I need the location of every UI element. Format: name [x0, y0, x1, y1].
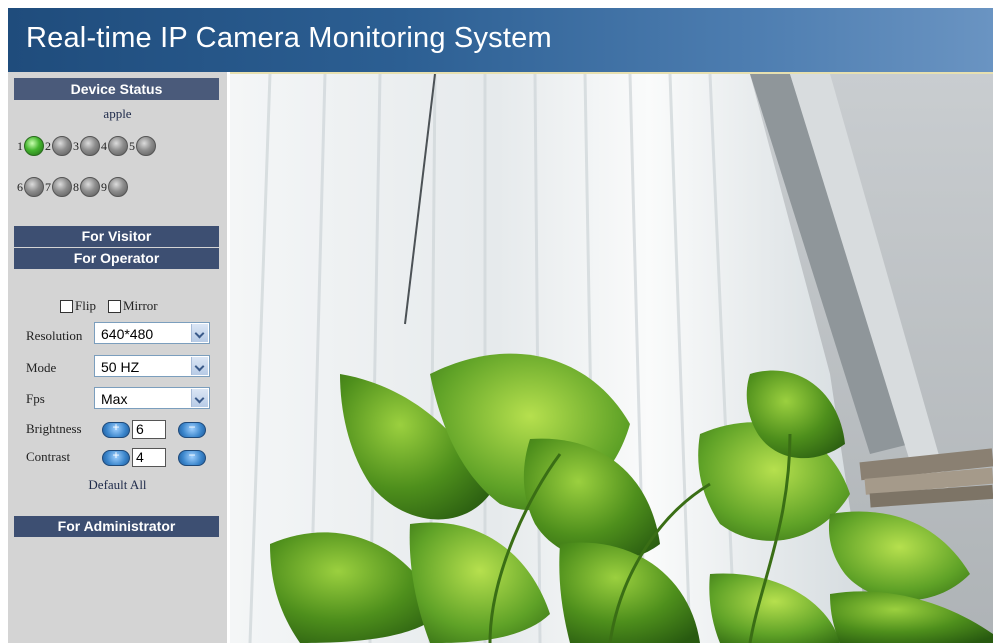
contrast-increase-button[interactable]: +	[102, 448, 130, 466]
default-all-button[interactable]: Default All	[8, 477, 227, 493]
status-light-icon	[108, 136, 128, 156]
resolution-label: Resolution	[26, 328, 83, 343]
for-administrator-header[interactable]: For Administrator	[14, 516, 219, 537]
camera-7[interactable]: 7	[45, 177, 72, 197]
camera-8[interactable]: 8	[73, 177, 100, 197]
camera-video-feed[interactable]	[230, 74, 993, 643]
camera-4[interactable]: 4	[101, 136, 128, 156]
camera-9[interactable]: 9	[101, 177, 128, 197]
status-light-icon	[24, 177, 44, 197]
camera-1[interactable]: 1	[17, 136, 44, 156]
brightness-label: Brightness	[26, 421, 82, 436]
contrast-decrease-button[interactable]: −	[178, 448, 206, 466]
status-light-icon	[108, 177, 128, 197]
resolution-select[interactable]: 640*480	[94, 322, 210, 344]
camera-2[interactable]: 2	[45, 136, 72, 156]
brightness-value: 6	[132, 420, 166, 439]
chevron-down-icon[interactable]	[191, 357, 208, 375]
status-light-icon	[80, 177, 100, 197]
mode-label: Mode	[26, 360, 57, 375]
status-light-icon	[24, 136, 44, 156]
mirror-checkbox[interactable]	[107, 299, 121, 313]
status-light-icon	[136, 136, 156, 156]
chevron-down-icon[interactable]	[191, 324, 208, 342]
mirror-label: Mirror	[122, 298, 158, 313]
contrast-label: Contrast	[26, 449, 71, 464]
plus-icon: +	[112, 420, 120, 434]
flip-label: Flip	[75, 298, 96, 313]
minus-icon: −	[188, 448, 196, 462]
sidebar: Device Status apple 1 2 3 4 5 6 7 8 9 Fo…	[8, 72, 227, 643]
camera-6[interactable]: 6	[17, 177, 44, 197]
plus-icon: +	[112, 448, 120, 462]
chevron-down-icon[interactable]	[191, 389, 208, 407]
fps-label: Fps	[26, 391, 45, 406]
for-visitor-header[interactable]: For Visitor	[14, 226, 219, 247]
for-operator-header[interactable]: For Operator	[14, 248, 219, 269]
camera-row-2: 6 7 8 9	[17, 177, 129, 197]
camera-row-1: 1 2 3 4 5	[17, 136, 157, 156]
status-light-icon	[52, 136, 72, 156]
flip-checkbox[interactable]	[60, 299, 73, 313]
contrast-value: 4	[132, 448, 166, 467]
device-status-header[interactable]: Device Status	[14, 78, 219, 100]
video-frame	[230, 74, 993, 643]
page-header: Real-time IP Camera Monitoring System	[8, 8, 993, 72]
flip-mirror-options: Flip Mirror	[60, 298, 158, 314]
brightness-decrease-button[interactable]: −	[178, 420, 206, 438]
minus-icon: −	[188, 420, 196, 434]
fps-select[interactable]: Max	[94, 387, 210, 409]
camera-5[interactable]: 5	[129, 136, 156, 156]
device-name: apple	[103, 106, 132, 121]
mode-select[interactable]: 50 HZ	[94, 355, 210, 377]
page-title: Real-time IP Camera Monitoring System	[26, 22, 552, 54]
status-light-icon	[52, 177, 72, 197]
status-light-icon	[80, 136, 100, 156]
brightness-increase-button[interactable]: +	[102, 420, 130, 438]
camera-3[interactable]: 3	[73, 136, 100, 156]
